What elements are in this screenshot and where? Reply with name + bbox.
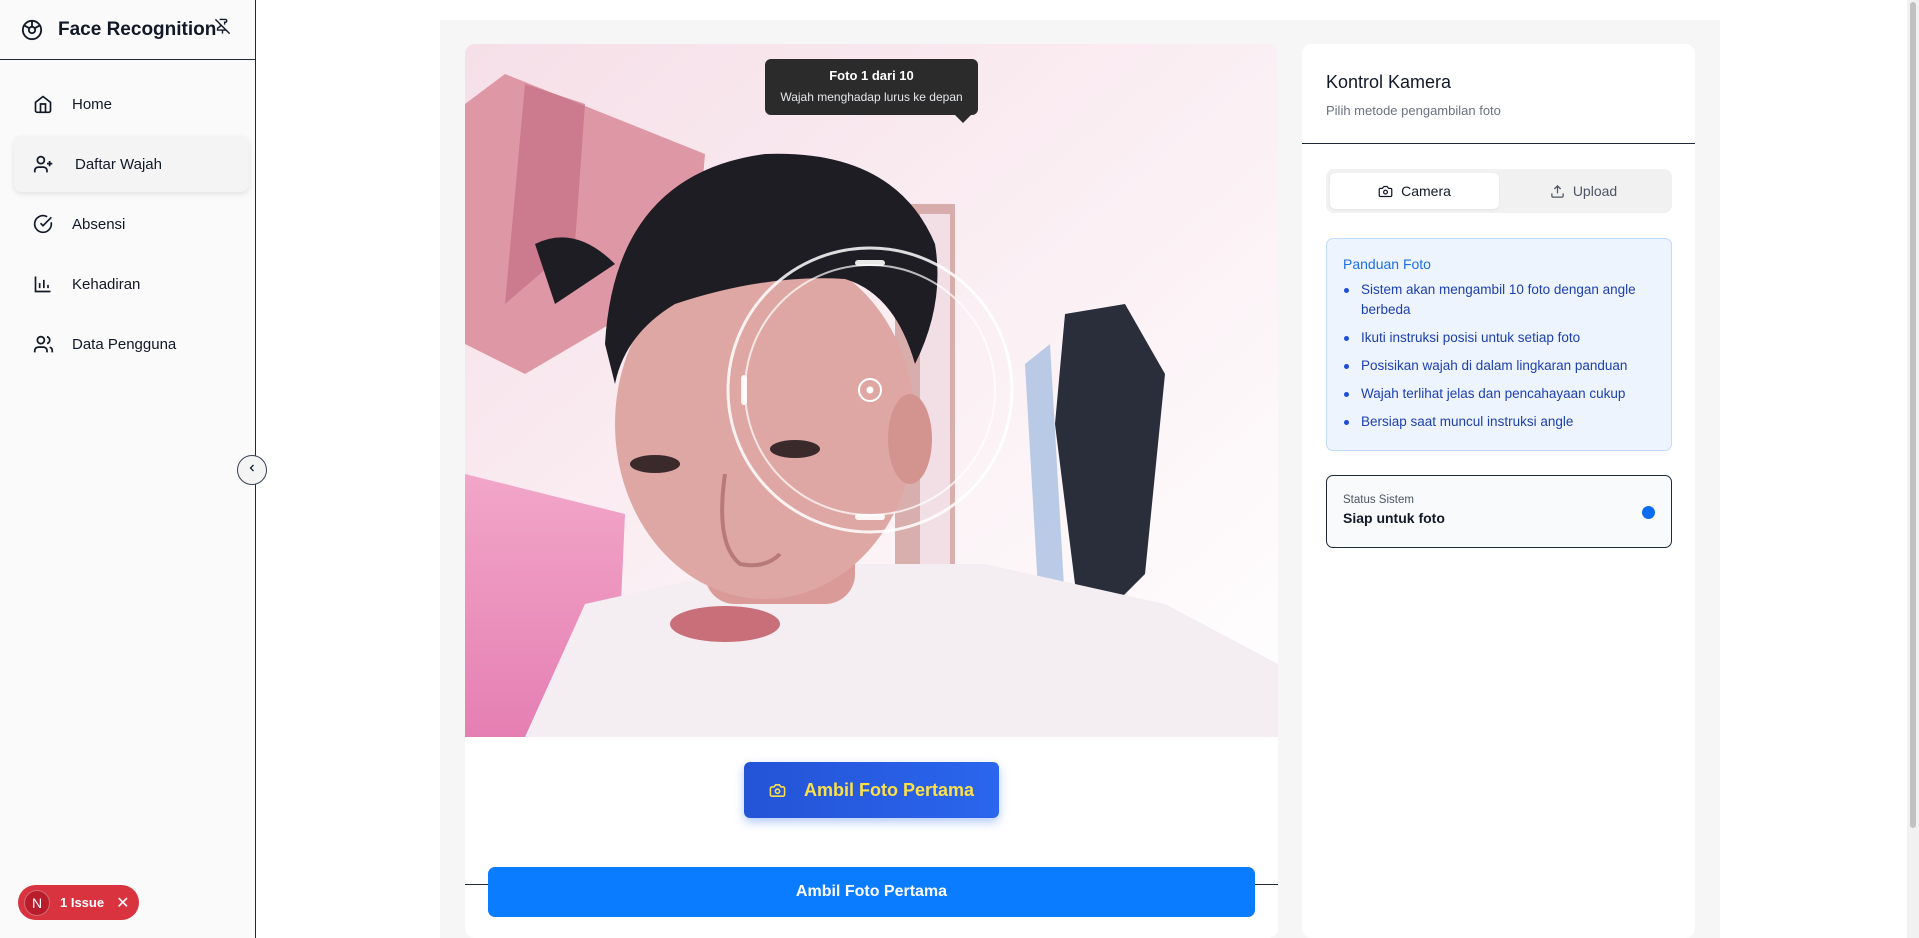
tooltip-caret [955, 115, 971, 123]
camera-control-card: Kontrol Kamera Pilih metode pengambilan … [1302, 44, 1695, 938]
capture-method-tabs: Camera Upload [1326, 169, 1672, 213]
issue-label: 1 Issue [60, 895, 105, 910]
capture-section: Ambil Foto Pertama [465, 737, 1278, 885]
system-status-card: Status Sistem Siap untuk foto [1326, 475, 1672, 548]
guide-list: Sistem akan mengambil 10 foto dengan ang… [1343, 280, 1655, 432]
tab-upload-label: Upload [1572, 183, 1618, 199]
guide-item: Bersiap saat muncul instruksi angle [1343, 412, 1655, 432]
chevron-left-icon [246, 461, 258, 479]
guide-title: Panduan Foto [1343, 256, 1431, 272]
guide-item: Sistem akan mengambil 10 foto dengan ang… [1343, 280, 1655, 320]
camera-preview: Foto 1 dari 10 Wajah menghadap lurus ke … [465, 44, 1278, 737]
pin-off-icon[interactable] [214, 18, 232, 36]
issue-badge: N [24, 889, 50, 916]
camera-icon [769, 782, 786, 799]
sidebar: Face Recognition Home Daftar Wajah Absen… [0, 0, 256, 938]
control-subtitle: Pilih metode pengambilan foto [1326, 103, 1501, 118]
sidebar-item-label: Home [72, 95, 113, 113]
guide-item: Ikuti instruksi posisi untuk setiap foto [1343, 328, 1655, 348]
tab-camera[interactable]: Camera [1330, 173, 1499, 209]
check-circle-icon [32, 213, 54, 235]
status-value: Siap untuk foto [1343, 510, 1445, 526]
guide-item: Wajah terlihat jelas dan pencahayaan cuk… [1343, 384, 1655, 404]
angle-instruction-tooltip: Foto 1 dari 10 Wajah menghadap lurus ke … [765, 59, 978, 123]
guide-item: Posisikan wajah di dalam lingkaran pandu… [1343, 356, 1655, 376]
photo-counter: Foto 1 dari 10 [829, 68, 914, 83]
sidebar-item-label: Data Pengguna [72, 335, 177, 353]
scrollbar-thumb[interactable] [1910, 2, 1916, 828]
users-icon [32, 333, 54, 355]
sidebar-item-data-pengguna[interactable]: Data Pengguna [14, 316, 249, 372]
sidebar-item-home[interactable]: Home [14, 76, 249, 132]
take-first-photo-button[interactable]: Ambil Foto Pertama [488, 867, 1255, 917]
tab-upload[interactable]: Upload [1499, 173, 1668, 209]
sidebar-item-kehadiran[interactable]: Kehadiran [14, 256, 249, 312]
user-plus-icon [32, 153, 54, 175]
status-indicator-dot [1642, 506, 1655, 519]
photo-guide-panel: Panduan Foto Sistem akan mengambil 10 fo… [1326, 238, 1672, 451]
issue-indicator[interactable]: N 1 Issue ✕ [18, 885, 139, 920]
sidebar-collapse-button[interactable] [237, 455, 267, 485]
home-icon [32, 93, 54, 115]
sidebar-item-label: Absensi [72, 215, 126, 233]
camera-card: Foto 1 dari 10 Wajah menghadap lurus ke … [465, 44, 1278, 938]
camera-feed-image [465, 44, 1278, 737]
capture-photo-button[interactable]: Ambil Foto Pertama [744, 762, 999, 818]
close-icon[interactable]: ✕ [116, 893, 129, 913]
angle-instruction: Wajah menghadap lurus ke depan [780, 90, 963, 104]
control-header: Kontrol Kamera Pilih metode pengambilan … [1302, 44, 1695, 144]
tab-camera-label: Camera [1401, 183, 1451, 199]
sidebar-item-absensi[interactable]: Absensi [14, 196, 249, 252]
sidebar-item-label: Daftar Wajah [75, 155, 162, 173]
face-scan-logo-icon [20, 18, 44, 42]
status-label: Status Sistem [1343, 494, 1414, 506]
page-scrollbar[interactable] [1907, 0, 1919, 938]
capture-photo-label: Ambil Foto Pertama [803, 779, 975, 800]
app-title: Face Recognition [58, 18, 217, 40]
camera-icon [1378, 184, 1393, 199]
control-title: Kontrol Kamera [1326, 72, 1452, 92]
sidebar-nav: Home Daftar Wajah Absensi Kehadiran Data… [0, 60, 255, 372]
sidebar-header: Face Recognition [0, 0, 255, 60]
upload-icon [1550, 184, 1565, 199]
bar-chart-icon [32, 273, 54, 295]
sidebar-item-label: Kehadiran [72, 275, 141, 293]
sidebar-item-daftar-wajah[interactable]: Daftar Wajah [14, 136, 249, 192]
